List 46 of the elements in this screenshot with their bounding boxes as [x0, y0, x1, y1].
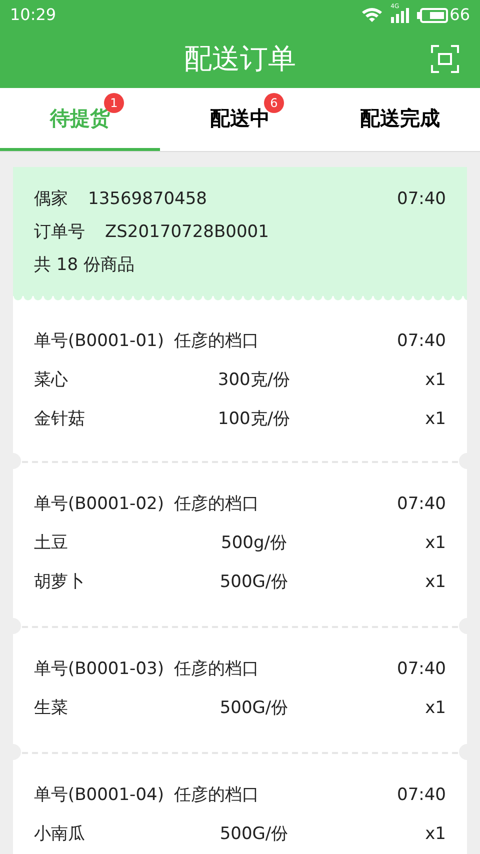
- order-time: 07:40: [397, 188, 446, 211]
- product-quantity: x1: [425, 822, 446, 846]
- sub-order-time: 07:40: [397, 784, 446, 807]
- product-name: 菜心: [34, 368, 69, 392]
- stall-name: 任彦的档口: [174, 330, 259, 353]
- product-quantity: x1: [425, 532, 446, 555]
- order-number: ZS20170728B0001: [105, 220, 269, 244]
- stall-name: 任彦的档口: [174, 658, 259, 681]
- product-name: 小南瓜: [34, 822, 86, 846]
- wifi-icon: [360, 7, 383, 23]
- sub-order-time: 07:40: [397, 658, 446, 681]
- page-title: 配送订单: [184, 41, 296, 77]
- product-spec: 300克/份: [218, 368, 290, 392]
- order-number-label: 订单号: [34, 220, 85, 244]
- product-spec: 100克/份: [218, 408, 290, 431]
- product-name: 生菜: [34, 696, 69, 720]
- sub-order-number: 单号(B0001-03): [34, 658, 164, 681]
- battery-percent: 66: [450, 4, 470, 26]
- status-time: 10:29: [10, 4, 56, 26]
- sub-order-number: 单号(B0001-01): [34, 330, 164, 353]
- product-spec: 500G/份: [220, 570, 288, 594]
- sub-order-number: 单号(B0001-02): [34, 492, 164, 516]
- product-quantity: x1: [425, 408, 446, 431]
- tab[interactable]: 配送完成: [320, 88, 480, 151]
- product-spec: 500G/份: [220, 822, 288, 846]
- battery-icon: [416, 8, 448, 22]
- product-quantity: x1: [425, 570, 446, 594]
- scan-icon: [430, 44, 460, 74]
- product-spec: 500g/份: [221, 532, 287, 555]
- count-badge: 6: [264, 93, 284, 113]
- product-name: 胡萝卜: [34, 570, 86, 594]
- item-count: 共 18 份商品: [34, 254, 134, 277]
- sub-order-time: 07:40: [397, 492, 446, 516]
- product-name: 金针菇: [34, 408, 86, 431]
- product-quantity: x1: [425, 696, 446, 720]
- product-spec: 500G/份: [220, 696, 288, 720]
- customer-phone: 13569870458: [88, 188, 207, 211]
- stall-name: 任彦的档口: [174, 492, 259, 516]
- scan-button[interactable]: [430, 44, 460, 74]
- sub-order-number: 单号(B0001-04): [34, 784, 164, 807]
- customer-name: 偶家: [34, 188, 68, 211]
- product-name: 土豆: [34, 532, 69, 555]
- tab[interactable]: 配送中 6: [160, 88, 320, 151]
- sub-order-time: 07:40: [397, 330, 446, 353]
- stall-name: 任彦的档口: [174, 784, 259, 807]
- product-quantity: x1: [425, 368, 446, 392]
